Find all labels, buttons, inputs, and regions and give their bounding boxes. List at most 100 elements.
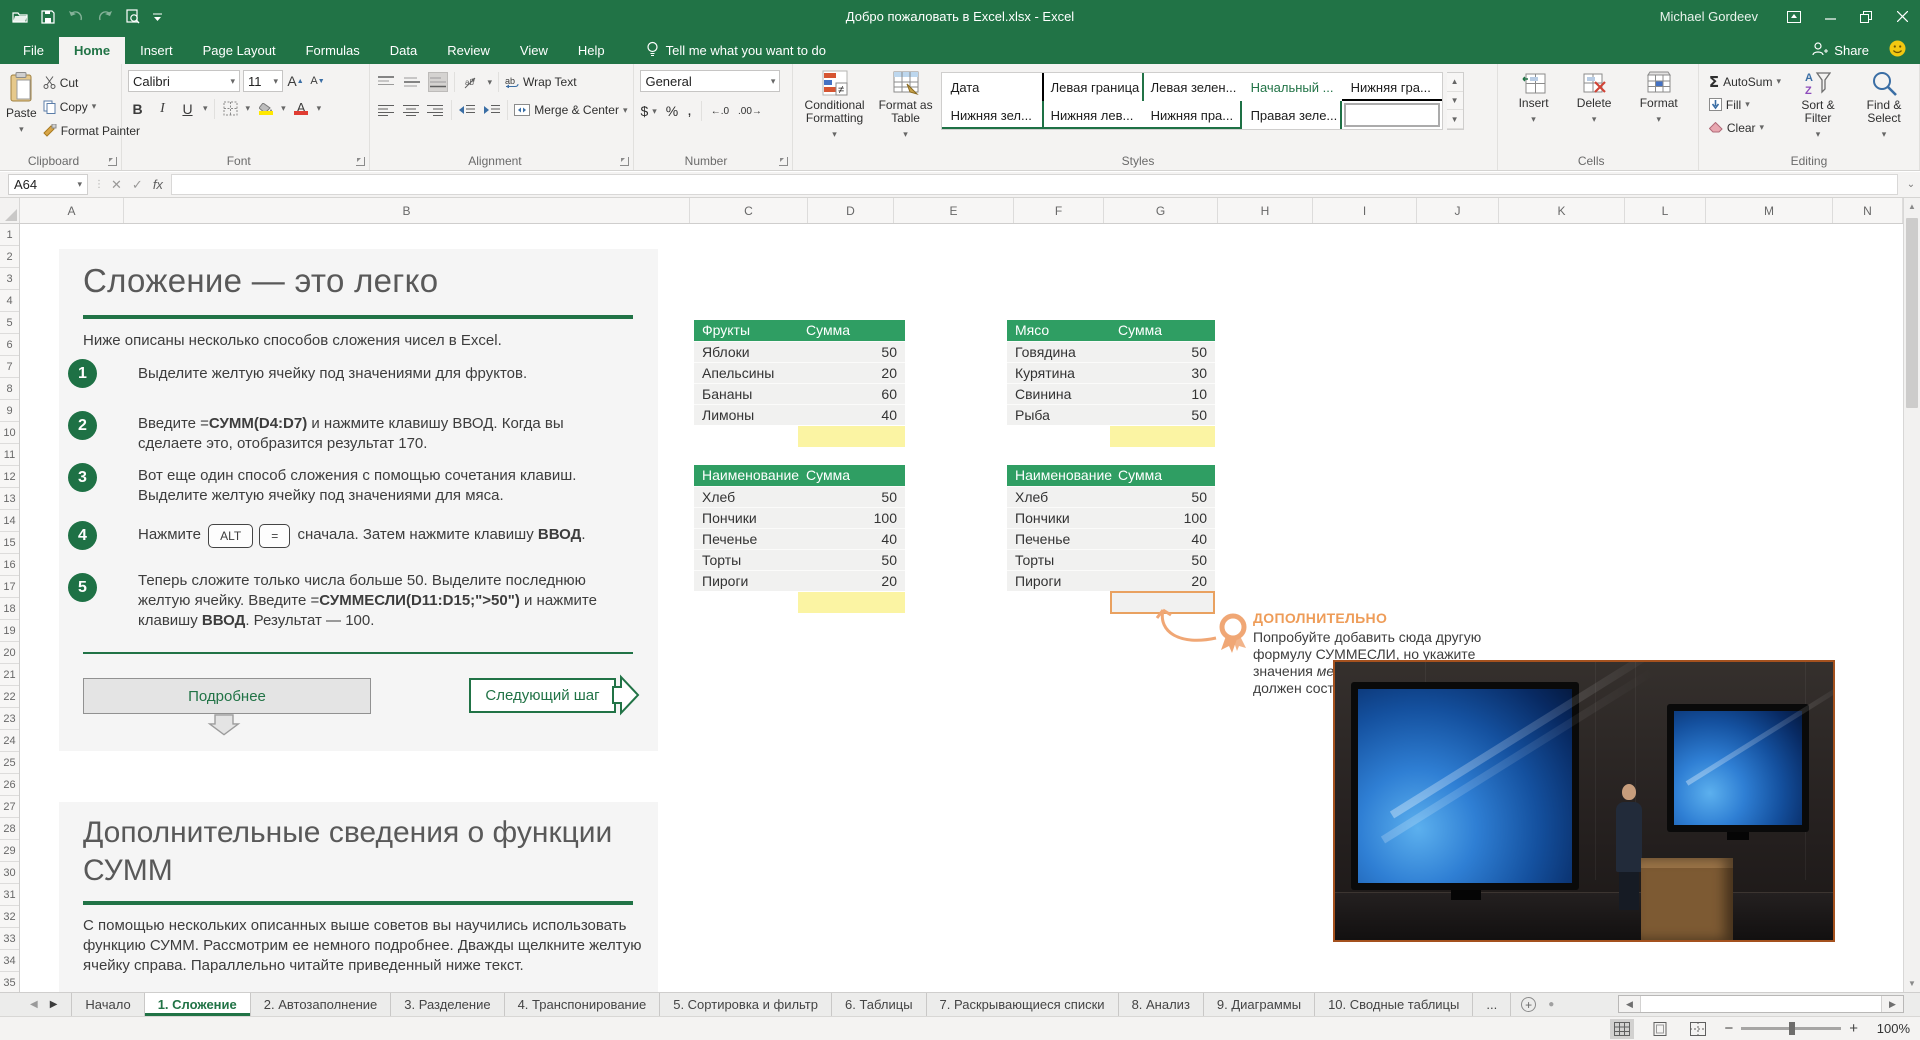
- embedded-video[interactable]: [1333, 660, 1835, 942]
- orientation-button[interactable]: ab: [461, 72, 481, 92]
- column-header-E[interactable]: E: [894, 198, 1014, 223]
- table-row[interactable]: Яблоки50: [694, 341, 905, 362]
- table-header-cell[interactable]: Сумма: [798, 465, 905, 486]
- close-button[interactable]: [1884, 0, 1920, 33]
- horizontal-scroll-thumb[interactable]: [1641, 996, 1881, 1012]
- column-header-J[interactable]: J: [1417, 198, 1499, 223]
- select-all-corner[interactable]: [0, 198, 20, 223]
- tab-help[interactable]: Help: [563, 37, 620, 64]
- bold-button[interactable]: B: [128, 98, 147, 119]
- horizontal-scrollbar[interactable]: ◀ ▶: [1618, 995, 1904, 1013]
- table-row[interactable]: Печенье40: [1007, 528, 1215, 549]
- items-right-table[interactable]: НаименованиеСуммаХлеб50Пончики100Печенье…: [1007, 465, 1215, 591]
- sheet-tab-2[interactable]: 1. Сложение: [145, 993, 251, 1016]
- tab-file[interactable]: File: [8, 37, 59, 64]
- table-header-cell[interactable]: Наименование: [1007, 465, 1110, 486]
- cell-style-bottom-left[interactable]: Нижняя лев...: [1042, 101, 1142, 129]
- accounting-format-button[interactable]: $▾: [640, 103, 656, 119]
- feedback-smiley-icon[interactable]: [1889, 40, 1906, 62]
- row-header-19[interactable]: 19: [0, 620, 19, 642]
- row-header-6[interactable]: 6: [0, 334, 19, 356]
- row-header-9[interactable]: 9: [0, 400, 19, 422]
- tab-data[interactable]: Data: [375, 37, 432, 64]
- wrap-text-button[interactable]: abWrap Text: [505, 75, 577, 89]
- meat-sum-cell[interactable]: [1110, 426, 1215, 447]
- fill-button[interactable]: Fill▾: [1709, 94, 1781, 115]
- table-row[interactable]: Хлеб50: [1007, 486, 1215, 507]
- table-row[interactable]: Курятина30: [1007, 362, 1215, 383]
- table-header-cell[interactable]: Наименование: [694, 465, 798, 486]
- column-header-K[interactable]: K: [1499, 198, 1625, 223]
- print-preview-icon[interactable]: [126, 9, 140, 24]
- decrease-indent-icon[interactable]: [458, 100, 477, 120]
- page-layout-view-icon[interactable]: [1648, 1019, 1672, 1039]
- column-header-N[interactable]: N: [1833, 198, 1903, 223]
- cancel-entry-icon[interactable]: ✕: [111, 177, 122, 193]
- insert-cells-button[interactable]: Insert▾: [1515, 68, 1553, 152]
- row-header-16[interactable]: 16: [0, 554, 19, 576]
- table-header-cell[interactable]: Фрукты: [694, 320, 798, 341]
- normal-view-icon[interactable]: [1610, 1019, 1634, 1039]
- minimize-button[interactable]: [1812, 0, 1848, 33]
- row-header-15[interactable]: 15: [0, 532, 19, 554]
- align-middle-icon[interactable]: [402, 72, 422, 92]
- row-header-4[interactable]: 4: [0, 290, 19, 312]
- table-row[interactable]: Хлеб50: [694, 486, 905, 507]
- scroll-up-icon[interactable]: ▲: [1904, 202, 1920, 211]
- sheet-tab-3[interactable]: 2. Автозаполнение: [251, 993, 391, 1016]
- row-header-21[interactable]: 21: [0, 664, 19, 686]
- row-header-29[interactable]: 29: [0, 840, 19, 862]
- column-header-F[interactable]: F: [1014, 198, 1104, 223]
- table-row[interactable]: Апельсины20: [694, 362, 905, 383]
- styles-gallery-scroll[interactable]: ▲▼▼: [1447, 72, 1464, 130]
- table-header-cell[interactable]: Сумма: [1110, 465, 1215, 486]
- sheet-tab-5[interactable]: 4. Транспонирование: [505, 993, 661, 1016]
- row-header-17[interactable]: 17: [0, 576, 19, 598]
- cell-style-left-green[interactable]: Левая зелен...: [1142, 73, 1242, 101]
- row-header-35[interactable]: 35: [0, 972, 19, 992]
- number-format-combo[interactable]: General▾: [640, 70, 780, 92]
- shrink-font-button[interactable]: A▼: [308, 71, 327, 92]
- table-row[interactable]: Свинина10: [1007, 383, 1215, 404]
- merge-center-button[interactable]: Merge & Center▾: [514, 103, 627, 117]
- sheet-tab-1[interactable]: Начало: [71, 993, 144, 1016]
- align-right-icon[interactable]: [426, 100, 445, 120]
- insert-function-icon[interactable]: fx: [153, 177, 163, 192]
- row-header-2[interactable]: 2: [0, 246, 19, 268]
- sheet-nav-next-icon[interactable]: ▶: [50, 999, 58, 1010]
- fruits-sum-cell[interactable]: [798, 426, 905, 447]
- meat-table[interactable]: МясоСуммаГовядина50Курятина30Свинина10Ры…: [1007, 320, 1215, 425]
- zoom-in-icon[interactable]: +: [1849, 1020, 1858, 1037]
- customize-qat-icon[interactable]: [153, 12, 162, 21]
- table-row[interactable]: Печенье40: [694, 528, 905, 549]
- zoom-level[interactable]: 100%: [1872, 1021, 1910, 1036]
- table-row[interactable]: Торты50: [694, 549, 905, 570]
- row-header-13[interactable]: 13: [0, 488, 19, 510]
- column-header-H[interactable]: H: [1218, 198, 1313, 223]
- sheet-tab-7[interactable]: 6. Таблицы: [832, 993, 927, 1016]
- sheet-tab-4[interactable]: 3. Разделение: [391, 993, 504, 1016]
- signed-in-user[interactable]: Michael Gordeev: [1660, 9, 1758, 24]
- cell-style-left-border[interactable]: Левая граница: [1042, 73, 1142, 101]
- row-header-33[interactable]: 33: [0, 928, 19, 950]
- column-header-B[interactable]: B: [124, 198, 690, 223]
- column-header-C[interactable]: C: [690, 198, 808, 223]
- table-row[interactable]: Говядина50: [1007, 341, 1215, 362]
- cell-style-initial[interactable]: Начальный ...: [1242, 73, 1342, 101]
- row-header-20[interactable]: 20: [0, 642, 19, 664]
- grow-font-button[interactable]: A▲: [286, 71, 305, 92]
- paste-button[interactable]: Paste▾: [6, 68, 37, 150]
- borders-button[interactable]: [221, 98, 240, 119]
- vertical-scroll-thumb[interactable]: [1906, 218, 1918, 408]
- column-header-A[interactable]: A: [20, 198, 124, 223]
- column-header-L[interactable]: L: [1625, 198, 1706, 223]
- sheet-tab-12[interactable]: ...: [1473, 993, 1511, 1016]
- table-row[interactable]: Пироги20: [1007, 570, 1215, 591]
- sheet-tab-6[interactable]: 5. Сортировка и фильтр: [660, 993, 832, 1016]
- table-header-cell[interactable]: Мясо: [1007, 320, 1110, 341]
- row-header-3[interactable]: 3: [0, 268, 19, 290]
- share-button[interactable]: Share: [1812, 42, 1869, 59]
- align-left-icon[interactable]: [376, 100, 395, 120]
- row-header-25[interactable]: 25: [0, 752, 19, 774]
- sheet-tab-8[interactable]: 7. Раскрывающиеся списки: [927, 993, 1119, 1016]
